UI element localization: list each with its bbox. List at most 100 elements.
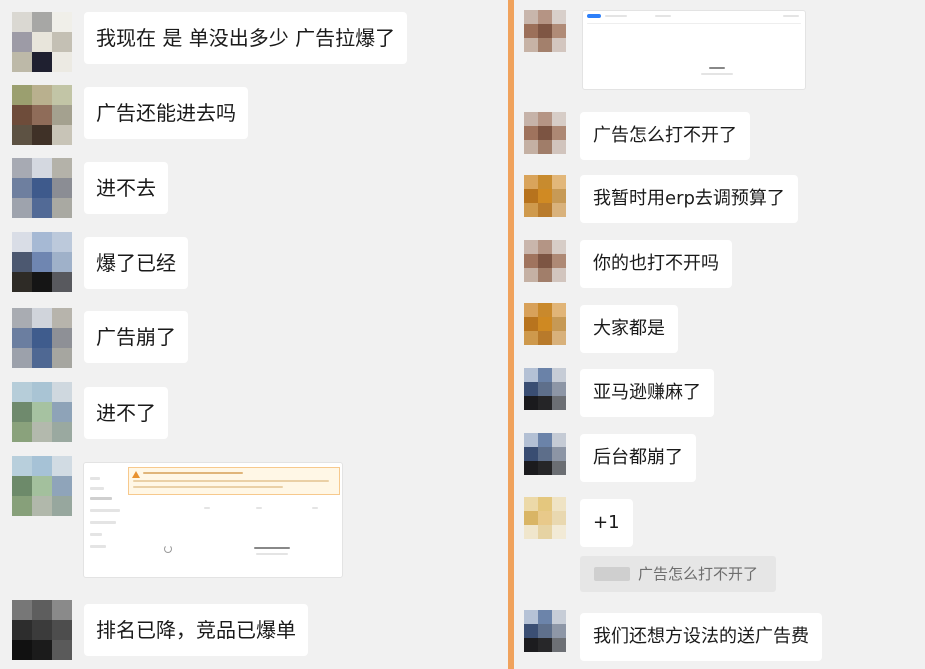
message-bubble[interactable]: 进不了 [84, 387, 168, 439]
message-bubble[interactable]: 广告还能进去吗 [84, 87, 248, 139]
avatar-pixel [32, 105, 52, 125]
avatar-pixel [538, 254, 552, 268]
avatar[interactable] [524, 433, 566, 475]
message-bubble[interactable]: 爆了已经 [84, 237, 188, 289]
quoted-reply[interactable]: 广告怎么打不开了 [580, 556, 776, 592]
avatar-pixel [52, 620, 72, 640]
avatar-pixel [552, 396, 566, 410]
warning-triangle-icon [132, 471, 140, 478]
avatar-pixel [524, 203, 538, 217]
avatar-pixel [12, 232, 32, 252]
avatar-pixel [524, 303, 538, 317]
avatar-pixel [538, 511, 552, 525]
avatar-pixel [538, 38, 552, 52]
avatar-pixel [552, 303, 566, 317]
avatar-pixel [32, 600, 52, 620]
message-bubble[interactable]: 大家都是 [580, 305, 678, 353]
avatar-pixel [524, 638, 538, 652]
avatar[interactable] [12, 600, 72, 660]
message-bubble[interactable]: 广告崩了 [84, 311, 188, 363]
avatar-pixel [12, 158, 32, 178]
avatar[interactable] [12, 12, 72, 72]
avatar[interactable] [524, 175, 566, 217]
avatar[interactable] [524, 10, 566, 52]
avatar-pixel [12, 348, 32, 368]
avatar-pixel [32, 85, 52, 105]
avatar-pixel [12, 600, 32, 620]
avatar-pixel [12, 402, 32, 422]
avatar-pixel [524, 254, 538, 268]
avatar-pixel [538, 382, 552, 396]
message-bubble[interactable]: 我暂时用erp去调预算了 [580, 175, 798, 223]
avatar-pixel [52, 272, 72, 292]
message-bubble[interactable]: 我现在 是 单没出多少 广告拉爆了 [84, 12, 408, 64]
avatar-pixel [32, 308, 52, 328]
avatar-pixel [32, 52, 52, 72]
avatar-pixel [538, 24, 552, 38]
avatar-pixel [32, 476, 52, 496]
avatar[interactable] [12, 85, 72, 145]
avatar[interactable] [524, 368, 566, 410]
avatar-pixel [12, 85, 32, 105]
avatar-pixel [538, 268, 552, 282]
avatar-pixel [52, 422, 72, 442]
message-bubble[interactable]: 你的也打不开吗 [580, 240, 732, 288]
avatar-pixel [524, 624, 538, 638]
right-chat-pane: 广告怎么打不开了 我暂时用erp去调预算了 你的也打不开吗 大家都是 亚马逊赚麻… [514, 0, 925, 669]
avatar-pixel [524, 10, 538, 24]
avatar[interactable] [12, 232, 72, 292]
message-bubble[interactable]: 我们还想方设法的送广告费 [580, 613, 822, 661]
avatar-pixel [32, 422, 52, 442]
message-bubble[interactable]: +1 [580, 499, 633, 547]
avatar-pixel [552, 189, 566, 203]
avatar-pixel [524, 382, 538, 396]
avatar[interactable] [524, 303, 566, 345]
screenshot-image[interactable] [83, 462, 343, 578]
avatar[interactable] [524, 112, 566, 154]
avatar-pixel [32, 328, 52, 348]
avatar-pixel [538, 433, 552, 447]
avatar-pixel [552, 447, 566, 461]
avatar[interactable] [524, 497, 566, 539]
avatar-pixel [52, 85, 72, 105]
avatar[interactable] [524, 240, 566, 282]
avatar-pixel [524, 112, 538, 126]
avatar[interactable] [12, 158, 72, 218]
avatar-pixel [12, 476, 32, 496]
avatar-pixel [52, 178, 72, 198]
avatar-pixel [52, 328, 72, 348]
avatar-pixel [552, 382, 566, 396]
avatar-pixel [32, 382, 52, 402]
avatar-pixel [538, 497, 552, 511]
avatar-pixel [52, 600, 72, 620]
avatar-pixel [524, 175, 538, 189]
avatar[interactable] [12, 308, 72, 368]
avatar-pixel [12, 620, 32, 640]
message-bubble[interactable]: 后台都崩了 [580, 434, 696, 482]
avatar-pixel [52, 348, 72, 368]
avatar[interactable] [524, 610, 566, 652]
avatar-pixel [552, 525, 566, 539]
avatar-pixel [52, 232, 72, 252]
avatar-pixel [524, 140, 538, 154]
avatar[interactable] [12, 382, 72, 442]
avatar-pixel [524, 396, 538, 410]
avatar-pixel [32, 198, 52, 218]
message-bubble[interactable]: 排名已降，竞品已爆单 [84, 604, 308, 656]
avatar-pixel [538, 189, 552, 203]
message-bubble[interactable]: 广告怎么打不开了 [580, 112, 750, 160]
avatar-pixel [552, 140, 566, 154]
avatar-pixel [524, 189, 538, 203]
avatar-pixel [524, 38, 538, 52]
quoted-sender-blur [594, 567, 630, 581]
avatar-pixel [552, 624, 566, 638]
message-bubble[interactable]: 亚马逊赚麻了 [580, 369, 714, 417]
avatar-pixel [32, 348, 52, 368]
screenshot-image[interactable] [582, 10, 806, 90]
avatar-pixel [52, 32, 72, 52]
avatar-pixel [552, 331, 566, 345]
avatar-pixel [524, 461, 538, 475]
message-bubble[interactable]: 进不去 [84, 162, 168, 214]
avatar-pixel [12, 422, 32, 442]
avatar[interactable] [12, 456, 72, 516]
